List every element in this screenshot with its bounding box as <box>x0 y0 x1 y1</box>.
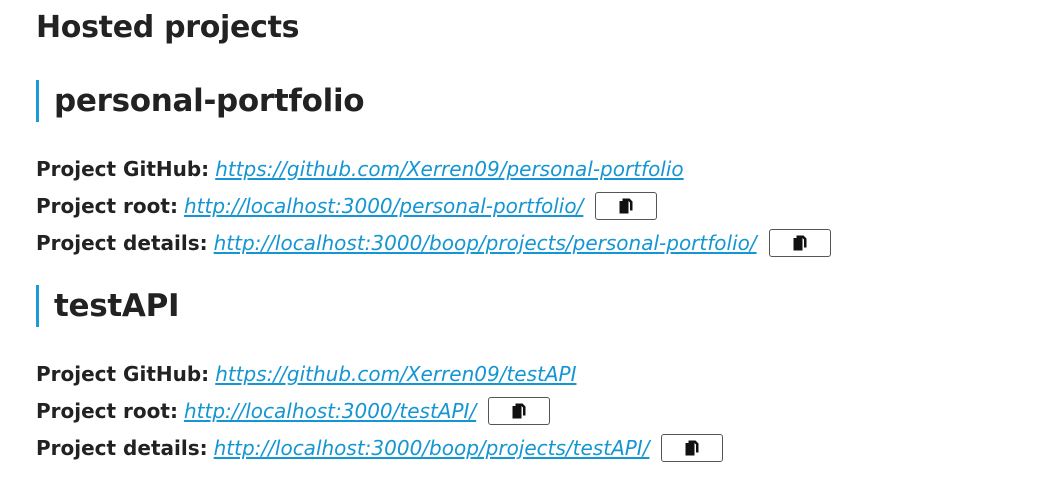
copy-root-button[interactable] <box>488 396 551 425</box>
copy-icon <box>685 440 699 455</box>
project-details-list: Project GitHub: https://github.com/Xerre… <box>36 355 724 466</box>
project-github-row: Project GitHub: https://github.com/Xerre… <box>36 150 831 187</box>
page: Hosted projects personal-portfolio Proje… <box>0 0 1062 486</box>
project-details-row: Project details: http://localhost:3000/b… <box>36 224 831 261</box>
project-name: personal-portfolio <box>36 80 831 122</box>
project-details-label: Project details: <box>36 435 208 460</box>
project-root-label: Project root: <box>36 193 178 218</box>
project-github-link[interactable]: https://github.com/Xerren09/personal-por… <box>215 157 683 181</box>
project-github-label: Project GitHub: <box>36 361 210 386</box>
project-details-link[interactable]: http://localhost:3000/boop/projects/pers… <box>214 231 757 255</box>
project-root-row: Project root: http://localhost:3000/pers… <box>36 187 831 224</box>
copy-icon <box>619 198 633 213</box>
project-details-row: Project details: http://localhost:3000/b… <box>36 429 724 466</box>
project-section-personal-portfolio: personal-portfolio Project GitHub: https… <box>36 80 831 261</box>
project-github-link[interactable]: https://github.com/Xerren09/testAPI <box>215 362 576 386</box>
page-title: Hosted projects <box>36 10 300 45</box>
project-details-label: Project details: <box>36 230 208 255</box>
copy-root-button[interactable] <box>595 191 658 220</box>
project-root-label: Project root: <box>36 398 178 423</box>
project-details-link[interactable]: http://localhost:3000/boop/projects/test… <box>214 436 650 460</box>
copy-icon <box>793 235 807 250</box>
project-github-row: Project GitHub: https://github.com/Xerre… <box>36 355 723 392</box>
project-root-row: Project root: http://localhost:3000/test… <box>36 392 723 429</box>
copy-details-button[interactable] <box>768 228 831 257</box>
project-details-list: Project GitHub: https://github.com/Xerre… <box>36 150 831 261</box>
project-root-link[interactable]: http://localhost:3000/personal-portfolio… <box>184 194 583 218</box>
copy-details-button[interactable] <box>661 433 724 462</box>
copy-icon <box>512 403 526 418</box>
project-section-testapi: testAPI Project GitHub: https://github.c… <box>36 285 724 466</box>
project-name: testAPI <box>36 285 723 327</box>
project-root-link[interactable]: http://localhost:3000/testAPI/ <box>184 399 476 423</box>
project-github-label: Project GitHub: <box>36 156 210 181</box>
